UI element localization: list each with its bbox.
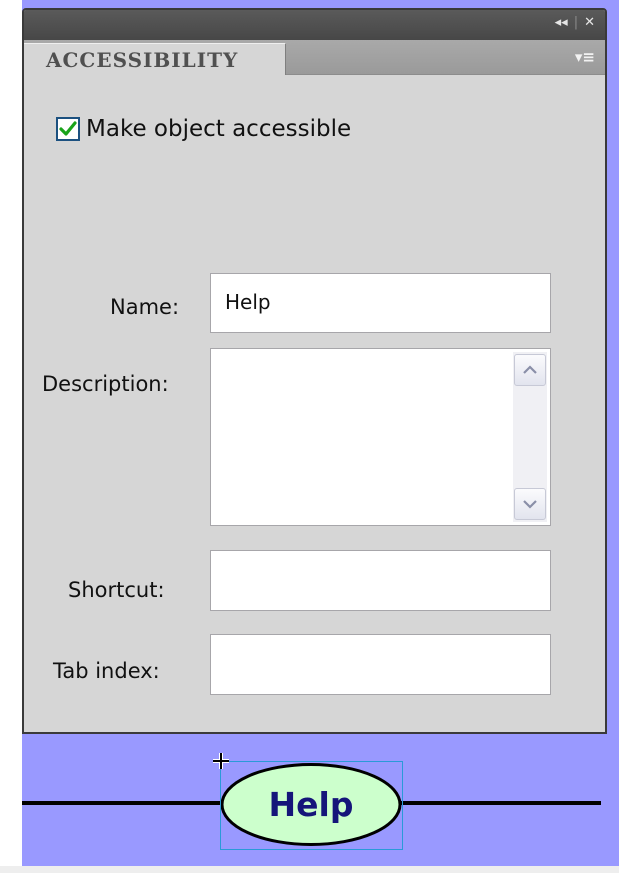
crosshair-icon (213, 753, 229, 769)
bottom-strip (0, 866, 619, 873)
chevron-up-icon (523, 365, 537, 374)
checkmark-icon (59, 121, 77, 136)
tab-index-label: Tab index: (53, 659, 160, 683)
help-button[interactable]: Help (220, 761, 402, 848)
name-field[interactable]: Help (210, 273, 551, 333)
close-icon[interactable]: ✕ (584, 15, 595, 30)
scroll-up-button[interactable] (514, 354, 546, 386)
make-accessible-label: Make object accessible (86, 116, 352, 142)
screen: ◂◂ | ✕ ACCESSIBILITY ▾≡ Make object acce… (0, 0, 619, 873)
shortcut-field[interactable] (210, 550, 551, 611)
description-scrollbar[interactable] (513, 352, 547, 522)
description-textarea[interactable] (210, 348, 551, 526)
help-button-label: Help (268, 785, 354, 824)
tab-accessibility[interactable]: ACCESSIBILITY (24, 43, 286, 75)
panel-title-controls: ◂◂ | ✕ (555, 15, 595, 30)
name-label: Name: (110, 295, 180, 319)
panel-tab-strip: ACCESSIBILITY ▾≡ (24, 40, 605, 75)
description-label: Description: (42, 372, 169, 396)
scroll-down-button[interactable] (514, 488, 546, 520)
collapse-icon[interactable]: ◂◂ (555, 15, 568, 30)
title-separator: | (573, 15, 579, 30)
panel-title-bar[interactable]: ◂◂ | ✕ (24, 10, 605, 40)
tab-index-field[interactable] (210, 634, 551, 695)
make-accessible-checkbox[interactable] (56, 117, 80, 141)
panel-menu-icon[interactable]: ▾≡ (575, 48, 595, 66)
make-accessible-row[interactable]: Make object accessible (56, 116, 351, 142)
accessibility-panel: ◂◂ | ✕ ACCESSIBILITY ▾≡ Make object acce… (22, 8, 607, 734)
chevron-down-icon (523, 500, 537, 509)
shortcut-label: Shortcut: (68, 578, 165, 602)
